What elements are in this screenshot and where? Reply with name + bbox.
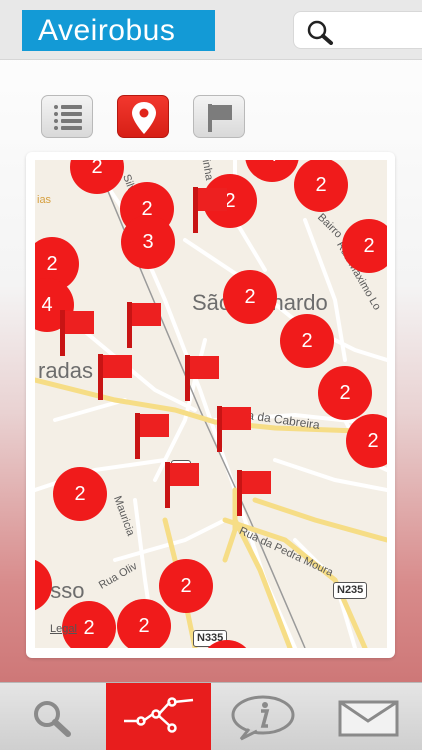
list-view-button[interactable] (41, 95, 93, 138)
place-label: radas (38, 358, 94, 383)
bus-stop-flag-marker[interactable] (215, 404, 255, 454)
tab-search[interactable] (0, 683, 105, 750)
stop-cluster-marker[interactable]: 3 (121, 215, 175, 269)
app-logo: Aveirobus (22, 10, 215, 51)
tab-routes[interactable] (106, 683, 211, 750)
bus-stop-flag-marker[interactable] (96, 352, 136, 402)
stop-cluster-marker[interactable]: 2 (53, 467, 107, 521)
map-view[interactable]: São Bernardo radas esso ias Rua da Cabre… (35, 160, 387, 648)
map-view-button[interactable] (117, 95, 169, 138)
bus-stop-flag-marker[interactable] (191, 185, 231, 235)
tab-bar (0, 682, 422, 750)
road-badge: N235 (333, 582, 368, 599)
map-legal-link[interactable]: Legal (50, 623, 77, 635)
bus-stop-flag-marker[interactable] (183, 353, 223, 403)
list-icon (54, 105, 82, 130)
bus-stop-flag-marker[interactable] (133, 411, 173, 461)
mail-icon (338, 700, 399, 737)
place-label: ias (37, 194, 52, 206)
flag-icon (208, 104, 232, 132)
search-icon (34, 701, 71, 737)
bus-stop-flag-marker[interactable] (125, 300, 165, 350)
favorites-view-button[interactable] (193, 95, 245, 138)
stop-cluster-marker[interactable]: 2 (223, 270, 277, 324)
bus-stop-flag-marker[interactable] (235, 468, 275, 518)
stop-cluster-marker[interactable]: 2 (117, 599, 171, 648)
tab-contact[interactable] (317, 683, 422, 750)
bus-stop-flag-marker[interactable] (163, 460, 203, 510)
stop-cluster-marker[interactable]: 2 (159, 559, 213, 613)
map-pin-icon (132, 102, 156, 134)
tab-info[interactable] (211, 683, 316, 750)
stop-cluster-marker[interactable]: 2 (318, 366, 372, 420)
search-icon (307, 20, 333, 45)
network-icon (124, 697, 194, 733)
stop-cluster-marker[interactable]: 2 (280, 314, 334, 368)
search-field[interactable] (293, 11, 422, 49)
bus-stop-flag-marker[interactable] (58, 308, 98, 358)
info-icon (231, 695, 295, 741)
stop-cluster-marker[interactable]: 2 (294, 160, 348, 212)
app-header: Aveirobus (0, 0, 422, 60)
stop-cluster-marker[interactable]: 2 (342, 219, 387, 273)
